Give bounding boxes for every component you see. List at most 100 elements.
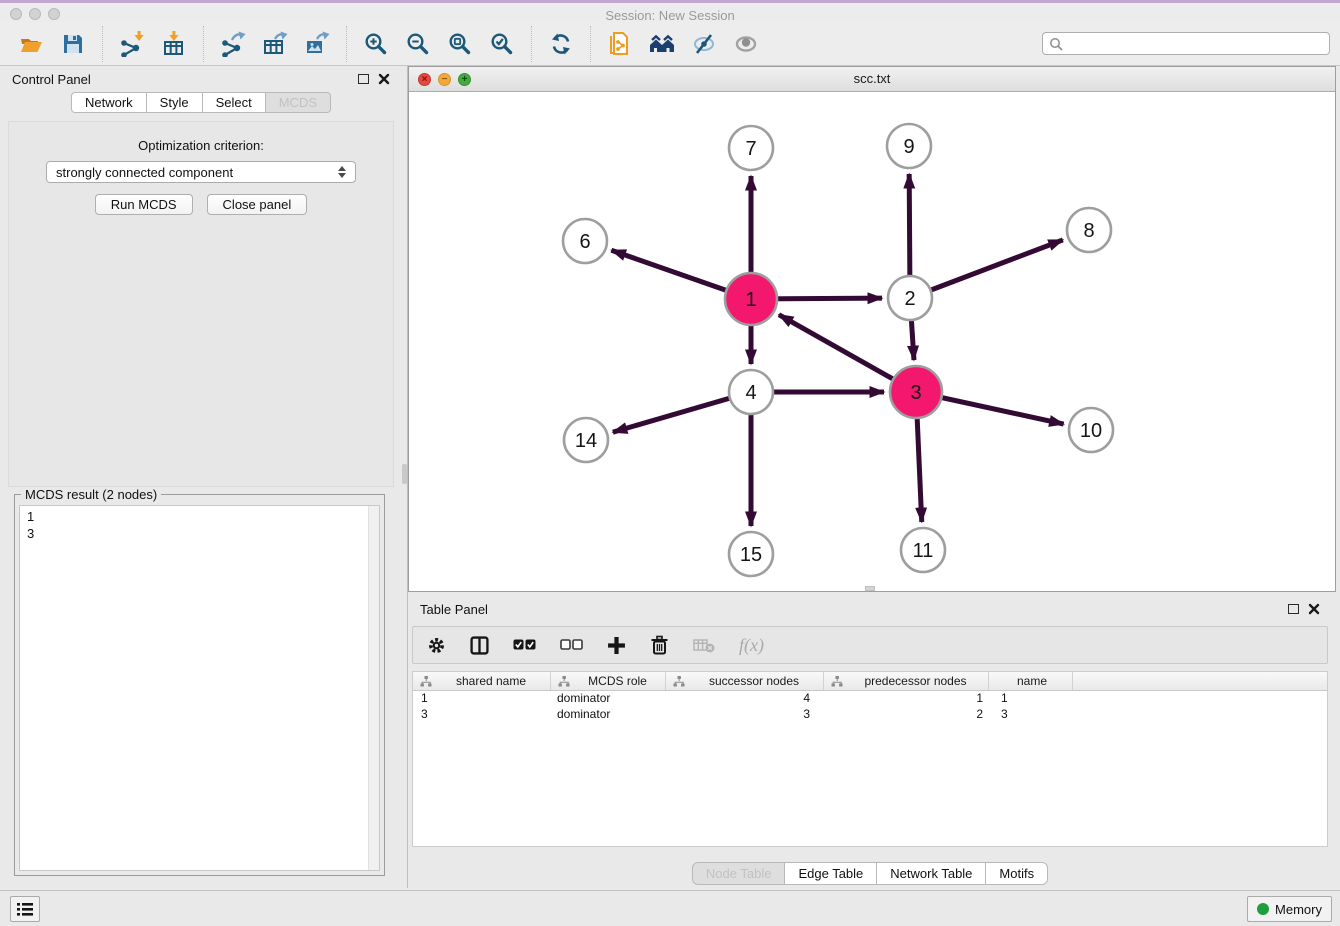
export-network-icon[interactable] xyxy=(219,30,247,58)
table-tabs: Node TableEdge TableNetwork TableMotifs xyxy=(408,862,1332,885)
zoom-fit-icon[interactable] xyxy=(446,30,474,58)
zoom-out-icon[interactable] xyxy=(404,30,432,58)
column-label: MCDS role xyxy=(574,674,661,688)
table-cell[interactable]: 4 xyxy=(666,691,824,707)
node-6[interactable]: 6 xyxy=(563,219,607,263)
function-builder-icon: f(x) xyxy=(739,635,764,656)
tab-mcds[interactable]: MCDS xyxy=(266,92,331,113)
zoom-in-icon[interactable] xyxy=(362,30,390,58)
optimization-dropdown[interactable]: strongly connected component xyxy=(46,161,356,183)
column-header-successor-nodes[interactable]: successor nodes xyxy=(666,672,824,690)
node-9[interactable]: 9 xyxy=(887,124,931,168)
refresh-icon[interactable] xyxy=(547,30,575,58)
memory-status-icon xyxy=(1257,903,1269,915)
memory-button[interactable]: Memory xyxy=(1247,896,1332,922)
table-cell[interactable]: 1 xyxy=(824,691,989,707)
table-tab-motifs[interactable]: Motifs xyxy=(986,862,1048,885)
node-1[interactable]: 1 xyxy=(725,273,777,325)
float-panel-icon[interactable] xyxy=(358,74,369,84)
table-tab-node-table[interactable]: Node Table xyxy=(692,862,786,885)
home-icon[interactable] xyxy=(648,30,676,58)
select-all-icon[interactable] xyxy=(513,638,536,652)
close-panel-icon[interactable] xyxy=(378,73,390,85)
table-tab-edge-table[interactable]: Edge Table xyxy=(785,862,877,885)
table-cell[interactable]: 1 xyxy=(989,691,1073,707)
edge-2-8[interactable] xyxy=(910,240,1063,298)
node-label: 10 xyxy=(1080,420,1102,442)
table-row[interactable]: 1dominator411 xyxy=(413,691,1327,707)
table-cell[interactable]: 3 xyxy=(413,707,551,723)
table-panel-title: Table Panel xyxy=(420,602,488,617)
node-label: 1 xyxy=(745,289,756,311)
create-column-plus-icon[interactable] xyxy=(607,636,626,655)
network-minimize-icon[interactable]: − xyxy=(438,73,451,86)
tab-select[interactable]: Select xyxy=(203,92,266,113)
mcds-result-text: 1 3 xyxy=(27,508,372,542)
duplicate-network-icon[interactable] xyxy=(606,30,634,58)
divider-grip[interactable] xyxy=(402,464,407,484)
column-header-predecessor-nodes[interactable]: predecessor nodes xyxy=(824,672,989,690)
search-box[interactable] xyxy=(1042,32,1330,55)
node-4[interactable]: 4 xyxy=(729,370,773,414)
network-canvas[interactable]: 7 9 6 8 1 2 4 3 14 10 15 11 xyxy=(409,92,1335,591)
import-network-icon[interactable] xyxy=(118,30,146,58)
float-table-panel-icon[interactable] xyxy=(1288,604,1299,614)
node-2[interactable]: 2 xyxy=(888,276,932,320)
task-list-icon xyxy=(16,902,34,917)
zoom-selected-icon[interactable] xyxy=(488,30,516,58)
save-session-icon[interactable] xyxy=(59,30,87,58)
table-row[interactable]: 3dominator323 xyxy=(413,707,1327,723)
column-label: shared name xyxy=(436,674,546,688)
table-cell[interactable]: 3 xyxy=(989,707,1073,723)
table-cell[interactable]: 2 xyxy=(824,707,989,723)
task-history-button[interactable] xyxy=(10,896,40,922)
network-window-titlebar[interactable]: × − + scc.txt xyxy=(409,67,1335,92)
node-3[interactable]: 3 xyxy=(890,366,942,418)
tab-network[interactable]: Network xyxy=(71,92,147,113)
unselect-all-icon[interactable] xyxy=(560,638,583,652)
table-cell[interactable]: 3 xyxy=(666,707,824,723)
hide-panels-icon[interactable] xyxy=(690,30,718,58)
show-columns-icon[interactable] xyxy=(470,636,489,655)
import-table-icon[interactable] xyxy=(160,30,188,58)
node-10[interactable]: 10 xyxy=(1069,408,1113,452)
node-14[interactable]: 14 xyxy=(564,418,608,462)
node-7[interactable]: 7 xyxy=(729,126,773,170)
column-header-mcds-role[interactable]: MCDS role xyxy=(551,672,666,690)
close-panel-button[interactable]: Close panel xyxy=(207,194,308,215)
show-panels-icon[interactable] xyxy=(732,30,760,58)
table-settings-gear-icon[interactable] xyxy=(427,636,446,655)
column-label: successor nodes xyxy=(689,674,819,688)
tab-style[interactable]: Style xyxy=(147,92,203,113)
network-maximize-icon[interactable]: + xyxy=(458,73,471,86)
column-header-shared-name[interactable]: shared name xyxy=(413,672,551,690)
export-table-icon[interactable] xyxy=(261,30,289,58)
canvas-resize-grip[interactable] xyxy=(865,586,875,591)
control-panel-tabs: NetworkStyleSelectMCDS xyxy=(0,92,402,113)
delete-column-trash-icon[interactable] xyxy=(650,635,669,655)
mcds-result-group: MCDS result (2 nodes) 1 3 xyxy=(14,494,385,876)
network-graph[interactable]: 7 9 6 8 1 2 4 3 14 10 15 11 xyxy=(409,92,1335,591)
table-cell[interactable]: dominator xyxy=(551,691,666,707)
column-header-name[interactable]: name xyxy=(989,672,1073,690)
run-mcds-button[interactable]: Run MCDS xyxy=(95,194,193,215)
toolbar-separator xyxy=(346,26,347,62)
node-15[interactable]: 15 xyxy=(729,532,773,576)
node-label: 3 xyxy=(910,382,921,404)
node-11[interactable]: 11 xyxy=(901,528,945,572)
export-image-icon[interactable] xyxy=(303,30,331,58)
mcds-result-textarea[interactable]: 1 3 xyxy=(19,505,380,871)
mcds-result-title: MCDS result (2 nodes) xyxy=(21,487,161,502)
close-table-panel-icon[interactable] xyxy=(1308,603,1320,615)
table-cell[interactable]: dominator xyxy=(551,707,666,723)
network-close-icon[interactable]: × xyxy=(418,73,431,86)
open-session-icon[interactable] xyxy=(17,30,45,58)
table-tab-network-table[interactable]: Network Table xyxy=(877,862,986,885)
node-8[interactable]: 8 xyxy=(1067,208,1111,252)
table-cell[interactable]: 1 xyxy=(413,691,551,707)
search-input[interactable] xyxy=(1067,36,1323,51)
table-panel: Table Panel f(x) shared name MCDS role xyxy=(408,596,1332,888)
column-type-icon xyxy=(558,676,570,687)
node-label: 9 xyxy=(903,136,914,158)
result-scrollbar[interactable] xyxy=(368,506,379,870)
